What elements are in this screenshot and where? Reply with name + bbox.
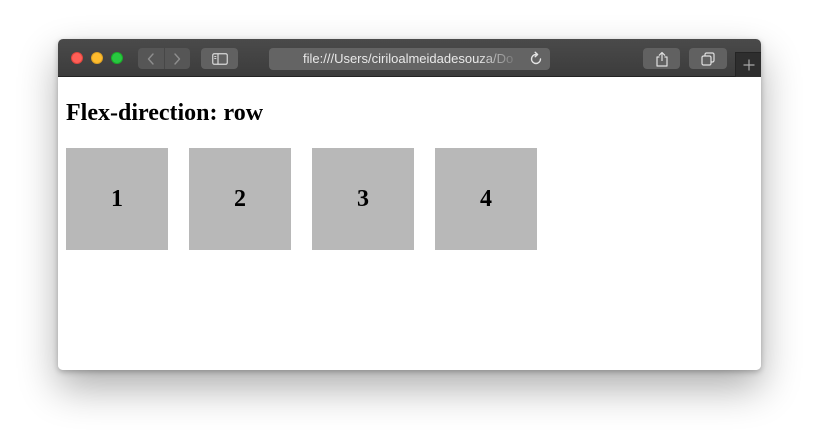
new-tab-button[interactable] [735,52,761,77]
share-icon [655,51,668,67]
flex-item: 4 [435,148,537,250]
sidebar-button[interactable] [201,48,238,69]
flex-item: 1 [66,148,168,250]
chevron-right-icon [174,52,181,65]
address-bar[interactable]: file:///Users/ciriloalmeidadesouza/Do [269,48,550,70]
chevron-left-icon [147,52,154,65]
forward-button[interactable] [163,48,191,69]
flex-item: 2 [189,148,291,250]
reload-icon[interactable] [528,51,544,67]
share-button[interactable] [643,48,680,69]
page-heading: Flex-direction: row [66,100,264,126]
toolbar: file:///Users/ciriloalmeidadesouza/Do [58,39,761,77]
back-button[interactable] [138,48,164,69]
tabs-overview-button[interactable] [689,48,727,69]
minimize-window-button[interactable] [91,52,103,64]
close-window-button[interactable] [71,52,83,64]
tabs-icon [701,51,715,66]
maximize-window-button[interactable] [111,52,123,64]
address-text: file:///Users/ciriloalmeidadesouza/Do [303,51,514,66]
plus-icon [743,59,754,71]
sidebar-icon [211,52,228,65]
flex-item: 3 [312,148,414,250]
flex-container: 1 2 3 4 [66,148,537,250]
navigation-buttons [138,48,190,69]
